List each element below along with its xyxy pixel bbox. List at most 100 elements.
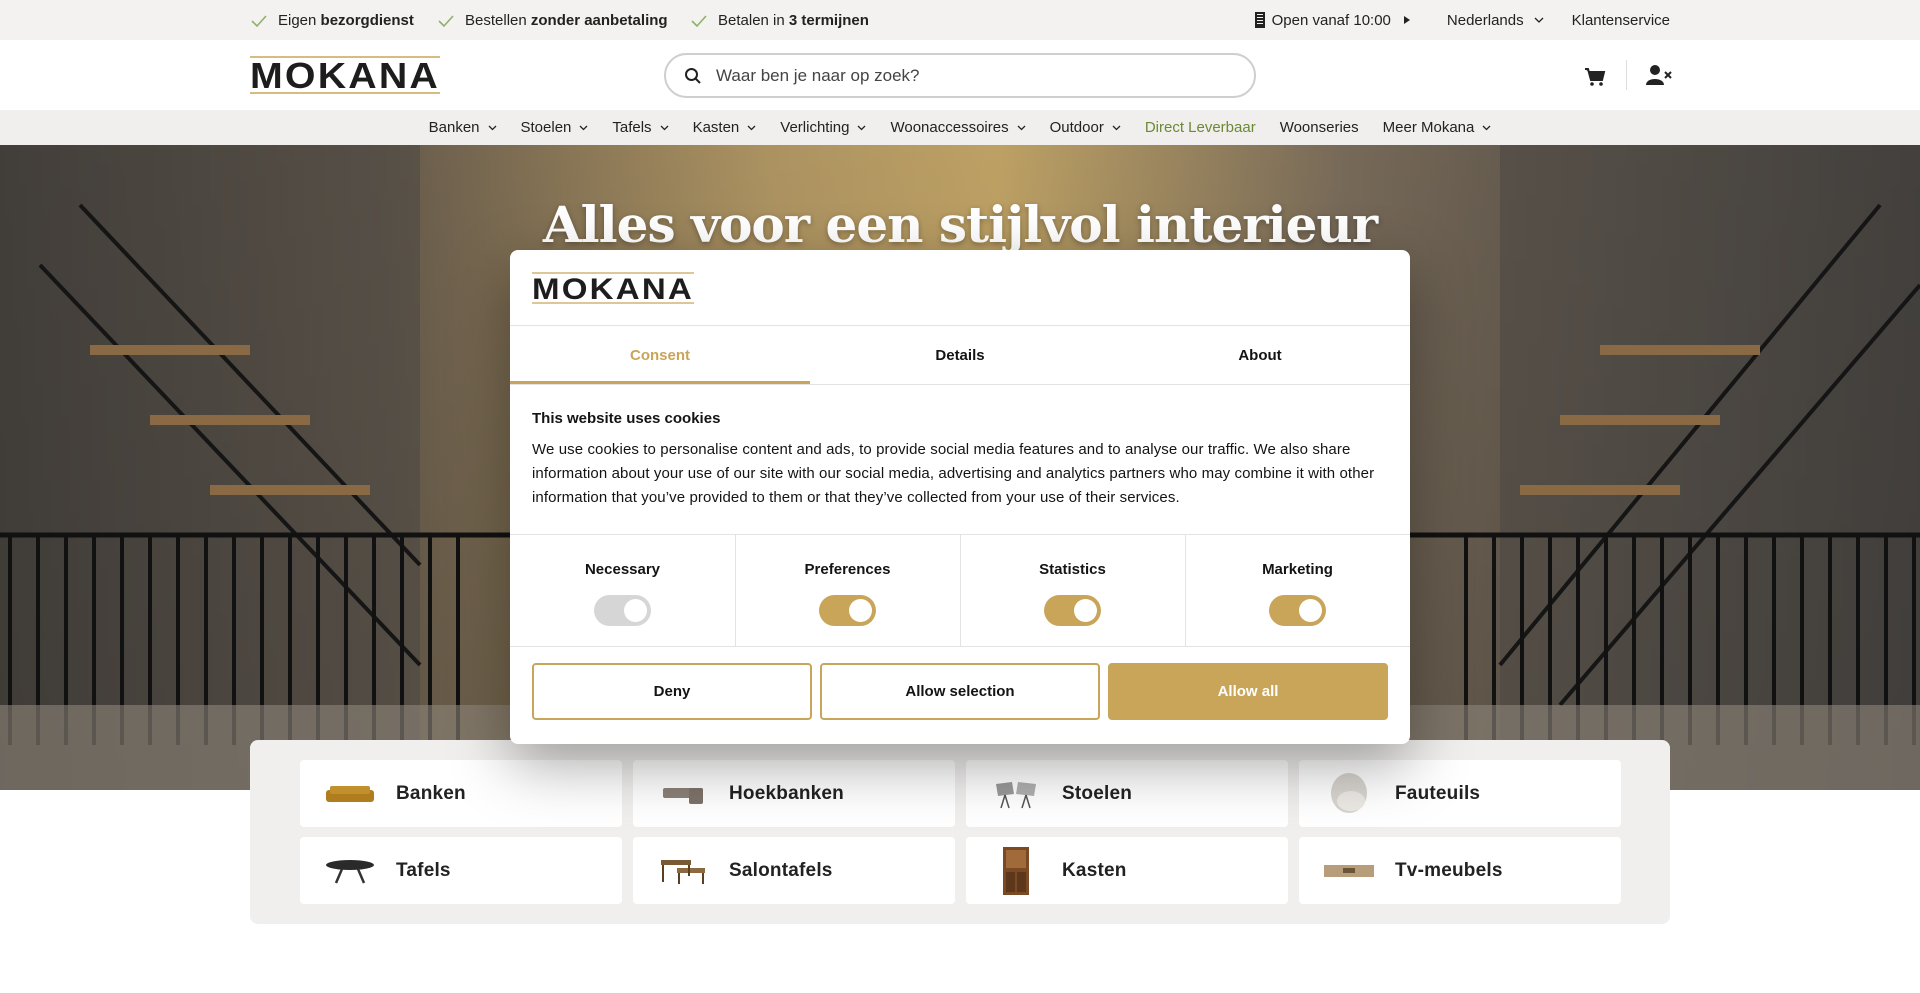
chevron-down-icon — [1112, 125, 1121, 130]
allow-selection-button[interactable]: Allow selection — [820, 663, 1100, 720]
usp-no-deposit: Bestellen zonder aanbetaling — [437, 12, 668, 29]
tab-details[interactable]: Details — [810, 326, 1110, 384]
caret-right-icon — [1403, 16, 1410, 24]
necessary-toggle — [594, 595, 651, 626]
category-card-tv-meubels[interactable]: Tv-meubels — [1299, 837, 1621, 904]
chevron-down-icon — [660, 125, 669, 130]
usp-delivery: Eigen bezorgdienst — [250, 12, 414, 29]
nav-label: Meer Mokana — [1382, 119, 1475, 136]
topbar-right: Open vanaf 10:00 Nederlands Klantenservi… — [1254, 11, 1670, 29]
search-icon — [685, 67, 701, 84]
chevron-down-icon — [1534, 17, 1544, 23]
tab-label: Details — [935, 346, 985, 364]
category-card-fauteuils[interactable]: Fauteuils — [1299, 760, 1621, 827]
category-card-tafels[interactable]: Tafels — [300, 837, 622, 904]
check-icon — [691, 14, 707, 27]
chevron-down-icon — [1017, 125, 1026, 130]
toggle-label: Marketing — [1262, 561, 1333, 578]
armchair-icon — [1331, 772, 1367, 813]
nav-item-woonaccessoires[interactable]: Woonaccessoires — [890, 119, 1026, 136]
header-divider — [1626, 60, 1627, 90]
nav-label: Direct Leverbaar — [1144, 119, 1256, 136]
nav-item-kasten[interactable]: Kasten — [693, 119, 757, 136]
tv-stand-icon — [1324, 864, 1374, 877]
category-card-hoekbanken[interactable]: Hoekbanken — [633, 760, 955, 827]
category-label: Banken — [396, 782, 466, 804]
tab-label: About — [1238, 346, 1282, 364]
usp-text: Betalen in — [718, 12, 789, 29]
toggle-knob — [624, 599, 647, 622]
toggle-knob — [1299, 599, 1322, 622]
mokana-logo[interactable]: MOKANA — [250, 56, 440, 94]
nav-item-verlichting[interactable]: Verlichting — [780, 119, 866, 136]
account-icon[interactable] — [1646, 64, 1672, 86]
tab-label: Consent — [630, 346, 690, 364]
customer-service-label: Klantenservice — [1571, 11, 1670, 29]
marketing-toggle[interactable] — [1269, 595, 1326, 626]
chevron-down-icon — [1482, 125, 1491, 130]
nav-item-woonseries[interactable]: Woonseries — [1280, 119, 1359, 136]
tab-about[interactable]: About — [1110, 326, 1410, 384]
usp-bold: bezorgdienst — [320, 12, 414, 29]
toggle-knob — [849, 599, 872, 622]
category-label: Fauteuils — [1395, 782, 1481, 804]
nav-item-tafels[interactable]: Tafels — [612, 119, 669, 136]
category-label: Kasten — [1062, 859, 1127, 881]
category-card-kasten[interactable]: Kasten — [966, 837, 1288, 904]
language-selector[interactable]: Nederlands — [1447, 12, 1544, 29]
language-label: Nederlands — [1446, 11, 1524, 29]
nav-item-direct-leverbaar[interactable]: Direct Leverbaar — [1145, 119, 1256, 136]
category-panel: Banken Hoekbanken Stoelen Fauteuils Tafe… — [250, 740, 1670, 924]
check-icon — [438, 14, 454, 27]
category-card-banken[interactable]: Banken — [300, 760, 622, 827]
toggle-label: Statistics — [1039, 561, 1106, 578]
nav-item-banken[interactable]: Banken — [429, 119, 497, 136]
nav-label: Banken — [428, 119, 480, 136]
deny-button[interactable]: Deny — [532, 663, 812, 720]
check-icon — [251, 14, 267, 27]
category-card-salontafels[interactable]: Salontafels — [633, 837, 955, 904]
allow-all-button[interactable]: Allow all — [1108, 663, 1388, 720]
usp-bold: 3 termijnen — [788, 12, 869, 29]
toggle-label: Necessary — [584, 561, 661, 578]
dialog-logo: MOKANA — [532, 272, 694, 304]
sofa-icon — [326, 785, 374, 802]
chevron-down-icon — [579, 125, 588, 130]
search-input[interactable] — [716, 65, 1216, 86]
category-card-stoelen[interactable]: Stoelen — [966, 760, 1288, 827]
category-label: Stoelen — [1062, 782, 1133, 804]
nav-label: Woonaccessoires — [890, 119, 1009, 136]
toggle-label: Preferences — [804, 561, 891, 578]
usp-text: Bestellen — [465, 12, 531, 29]
divider — [510, 384, 1410, 385]
nav-item-stoelen[interactable]: Stoelen — [521, 119, 589, 136]
customer-service-link[interactable]: Klantenservice — [1572, 12, 1670, 29]
tab-consent[interactable]: Consent — [510, 326, 810, 384]
nav-label: Verlichting — [780, 119, 850, 136]
nav-label: Stoelen — [520, 119, 572, 136]
usp-installments: Betalen in 3 termijnen — [690, 12, 869, 29]
hero-title: Alles voor een stijlvol interieur — [542, 195, 1378, 254]
site-header: MOKANA — [0, 40, 1920, 110]
statistics-toggle[interactable] — [1044, 595, 1101, 626]
toggle-knob — [1074, 599, 1097, 622]
main-nav: Banken Stoelen Tafels Kasten Verlichting… — [0, 110, 1920, 145]
chevron-down-icon — [747, 125, 756, 130]
cart-icon[interactable] — [1584, 67, 1606, 87]
table-icon — [326, 859, 374, 883]
nav-item-meer-mokana[interactable]: Meer Mokana — [1383, 119, 1492, 136]
corner-sofa-icon — [663, 787, 703, 804]
chevron-down-icon — [488, 125, 496, 130]
consent-necessary: Necessary — [510, 535, 735, 647]
opening-hours[interactable]: Open vanaf 10:00 — [1254, 11, 1411, 29]
preferences-toggle[interactable] — [819, 595, 876, 626]
category-label: Hoekbanken — [729, 782, 844, 804]
nav-label: Outdoor — [1049, 119, 1104, 136]
consent-marketing: Marketing — [1185, 535, 1410, 647]
chairs-icon — [996, 781, 1036, 808]
dialog-text: We use cookies to personalise content an… — [532, 441, 1375, 506]
search-bar[interactable] — [664, 53, 1256, 98]
category-label: Salontafels — [729, 859, 833, 881]
consent-statistics: Statistics — [960, 535, 1185, 647]
nav-item-outdoor[interactable]: Outdoor — [1050, 119, 1121, 136]
